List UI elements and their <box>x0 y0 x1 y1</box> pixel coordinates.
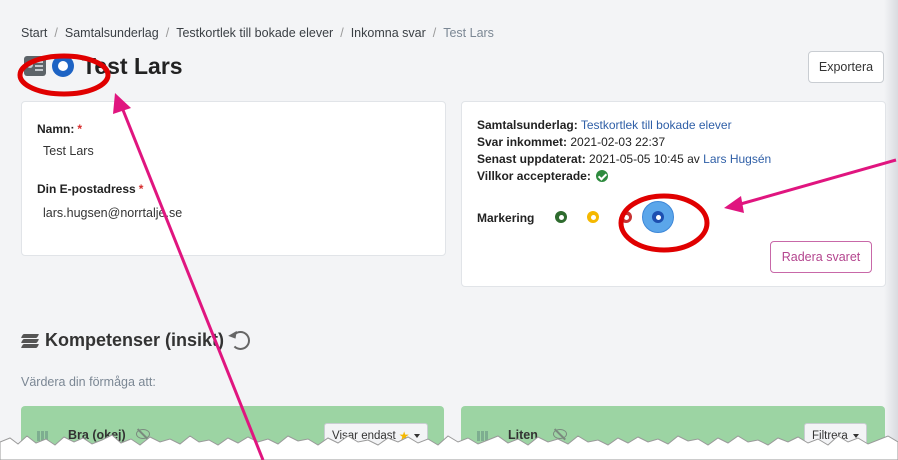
breadcrumb-inkomna-svar[interactable]: Inkomna svar <box>351 26 426 40</box>
breadcrumb-separator: / <box>54 26 58 40</box>
email-label-text: Din E-postadress <box>37 182 136 196</box>
window-edge-shadow <box>884 0 898 460</box>
export-button[interactable]: Exportera <box>808 51 884 83</box>
marking-label: Markering <box>477 211 535 225</box>
check-circle-icon <box>596 170 609 182</box>
breadcrumb-current: Test Lars <box>443 26 494 40</box>
email-label: Din E-postadress * <box>37 182 143 196</box>
breadcrumb: Start / Samtalsunderlag / Testkortlek till b… <box>21 26 494 40</box>
page-header: Test Lars <box>24 52 183 80</box>
delete-answer-button[interactable]: Radera svaret <box>770 241 872 273</box>
name-label: Namn: * <box>37 122 82 136</box>
required-mark: * <box>77 122 83 136</box>
marking-red-option[interactable] <box>620 211 632 223</box>
email-value: lars.hugsen@norrtalje.se <box>43 206 183 220</box>
updated-by-link[interactable]: Lars Hugsén <box>703 152 771 166</box>
received-value: 2021-02-03 22:37 <box>570 135 666 149</box>
undo-icon[interactable] <box>231 331 250 350</box>
marking-blue-option-selected[interactable] <box>642 201 674 233</box>
torn-edge <box>0 434 898 460</box>
underlag-link[interactable]: Testkortlek till bokade elever <box>581 118 732 132</box>
section-title-text: Kompetenser (insikt) <box>45 330 225 350</box>
section-title: Kompetenser (insikt) <box>20 330 225 351</box>
respondent-card: Namn: * Test Lars Din E-postadress * lars.… <box>21 101 446 256</box>
breadcrumb-separator: / <box>165 26 170 40</box>
terms-label: Villkor accepterade: <box>477 169 591 183</box>
name-value: Test Lars <box>43 144 94 158</box>
section-subtitle: Värdera din förmåga att: <box>21 375 156 389</box>
id-card-icon <box>24 56 46 76</box>
marking-green-option[interactable] <box>555 211 567 223</box>
blue-marking-icon <box>52 55 74 77</box>
updated-by-prefix: av <box>687 152 700 166</box>
breadcrumb-samtalsunderlag[interactable]: Samtalsunderlag <box>65 26 159 40</box>
breadcrumb-testkortlek[interactable]: Testkortlek till bokade elever <box>176 26 333 40</box>
marking-yellow-option[interactable] <box>587 211 599 223</box>
updated-value: 2021-05-05 10:45 <box>589 152 684 166</box>
breadcrumb-start[interactable]: Start <box>21 26 47 40</box>
response-info-card: Samtalsunderlag: Testkortlek till bokade… <box>461 101 886 287</box>
blue-dot-icon <box>652 211 664 223</box>
page-title: Test Lars <box>82 52 183 79</box>
updated-label: Senast uppdaterat: <box>477 152 586 166</box>
name-label-text: Namn: <box>37 122 75 136</box>
layers-icon <box>20 333 40 349</box>
terms-line: Villkor accepterade: <box>477 169 609 183</box>
underlag-line: Samtalsunderlag: Testkortlek till bokade… <box>477 118 732 132</box>
received-line: Svar inkommet: 2021-02-03 22:37 <box>477 135 665 149</box>
app-window: Start / Samtalsunderlag / Testkortlek till b… <box>0 0 898 460</box>
breadcrumb-separator: / <box>432 26 437 40</box>
received-label: Svar inkommet: <box>477 135 568 149</box>
required-mark: * <box>138 182 144 196</box>
breadcrumb-separator: / <box>340 26 344 40</box>
underlag-label: Samtalsunderlag: <box>477 118 578 132</box>
updated-line: Senast uppdaterat: 2021-05-05 10:45 av L… <box>477 152 771 166</box>
